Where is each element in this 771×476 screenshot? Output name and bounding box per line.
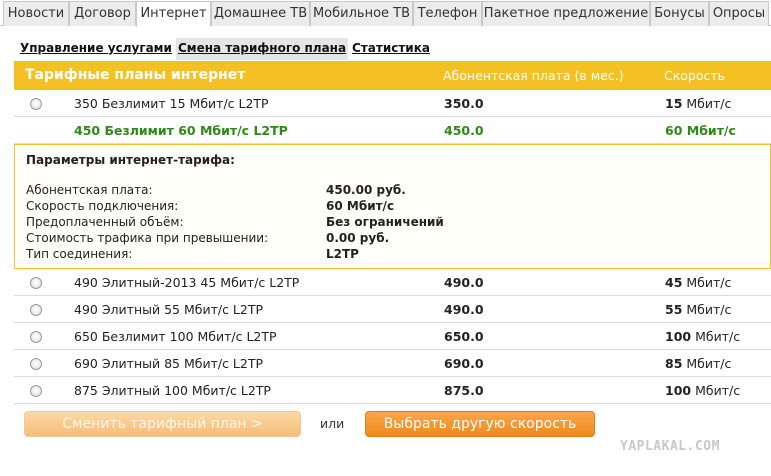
watermark-text: YAPLAKAL.COM [620,439,720,454]
tariff-fee: 650.0 [444,329,484,344]
tariff-name: 875 Элитный 100 Мбит/с L2TP [74,383,271,398]
tariff-radio[interactable] [30,358,42,370]
tariff-row[interactable]: 875 Элитный 100 Мбит/с L2TP 875.0 100 Мб… [14,377,771,404]
tariff-row-selected: 450 Безлимит 60 Мбит/с L2TP 450.0 60 Мби… [14,117,771,144]
tariff-speed: 15 Мбит/с [665,96,732,111]
tab-phone[interactable]: Телефон [413,1,482,26]
tariff-row[interactable]: 650 Безлимит 100 Мбит/с L2TP 650.0 100 М… [14,323,771,350]
subtab-statistics[interactable]: Статистика [350,38,432,60]
param-value-volume: Без ограничений [326,215,444,229]
param-label-volume: Предоплаченный объём: [26,215,184,229]
param-label-fee: Абонентская плата: [26,183,153,197]
or-separator: или [320,416,345,431]
tariff-radio[interactable] [30,331,42,343]
tariff-radio[interactable] [30,277,42,289]
tariff-speed: 60 Мбит/с [665,123,736,138]
tariff-speed: 100 Мбит/с [665,329,741,344]
tab-polls[interactable]: Опросы [709,1,769,26]
table-title: Тарифные планы интернет [25,67,246,83]
subtab-manage-services[interactable]: Управление услугами [18,38,174,60]
tariff-name: 450 Безлимит 60 Мбит/с L2TP [74,123,288,138]
tariff-name: 690 Элитный 85 Мбит/с L2TP [74,356,264,371]
tariff-fee: 490.0 [444,302,484,317]
tab-contract[interactable]: Договор [69,1,136,26]
tariff-name: 650 Безлимит 100 Мбит/с L2TP [74,329,277,344]
choose-other-speed-button[interactable]: Выбрать другую скорость [365,411,595,437]
param-value-connection: L2TP [326,247,359,261]
tariff-table: Тарифные планы интернет Абонентская плат… [14,61,771,404]
tariff-row[interactable]: 490 Элитный-2013 45 Мбит/с L2TP 490.0 45… [14,269,771,296]
tariff-fee: 490.0 [444,275,484,290]
change-plan-button[interactable]: Сменить тарифный план > [24,411,301,437]
table-header: Тарифные планы интернет Абонентская плат… [14,61,771,90]
tariff-name: 490 Элитный-2013 45 Мбит/с L2TP [74,275,300,290]
tab-internet[interactable]: Интернет [136,1,211,27]
tariff-fee: 450.0 [444,123,484,138]
tab-mobile-tv[interactable]: Мобильное ТВ [310,1,413,26]
param-value-overage: 0.00 руб. [326,231,390,245]
tab-bundle[interactable]: Пакетное предложение [482,1,650,26]
tariff-speed: 55 Мбит/с [665,302,732,317]
tariff-speed: 85 Мбит/с [665,356,732,371]
tariff-parameters-panel: Параметры интернет-тарифа: Абонентская п… [14,144,771,269]
tariff-fee: 875.0 [444,383,484,398]
tariff-radio[interactable] [30,385,42,397]
param-label-speed: Скорость подключения: [26,199,179,213]
subtab-change-plan[interactable]: Смена тарифного плана [176,38,349,60]
param-label-overage: Стоимость трафика при превышении: [26,231,269,245]
tariff-row[interactable]: 350 Безлимит 15 Мбит/с L2TP 350.0 15 Мби… [14,90,771,117]
column-header-speed: Скорость [664,68,726,83]
tariff-speed: 45 Мбит/с [665,275,732,290]
tariff-radio[interactable] [30,98,42,110]
tariff-fee: 690.0 [444,356,484,371]
tab-bonuses[interactable]: Бонусы [650,1,709,26]
top-tab-bar: Новости Договор Интернет Домашнее ТВ Моб… [0,0,771,27]
param-value-fee: 450.00 руб. [326,183,406,197]
tariff-row[interactable]: 490 Элитный 55 Мбит/с L2TP 490.0 55 Мбит… [14,296,771,323]
tariff-speed: 100 Мбит/с [665,383,741,398]
params-title: Параметры интернет-тарифа: [26,153,235,167]
tariff-name: 350 Безлимит 15 Мбит/с L2TP [74,96,269,111]
tariff-name: 490 Элитный 55 Мбит/с L2TP [74,302,264,317]
tab-home-tv[interactable]: Домашнее ТВ [211,1,310,26]
tariff-row[interactable]: 690 Элитный 85 Мбит/с L2TP 690.0 85 Мбит… [14,350,771,377]
tariff-fee: 350.0 [444,96,484,111]
column-header-fee: Абонентская плата (в мес.) [443,68,624,83]
tariff-radio[interactable] [30,304,42,316]
param-value-speed: 60 Мбит/с [326,199,395,213]
param-label-connection: Тип соединения: [26,247,133,261]
tab-news[interactable]: Новости [3,1,69,26]
